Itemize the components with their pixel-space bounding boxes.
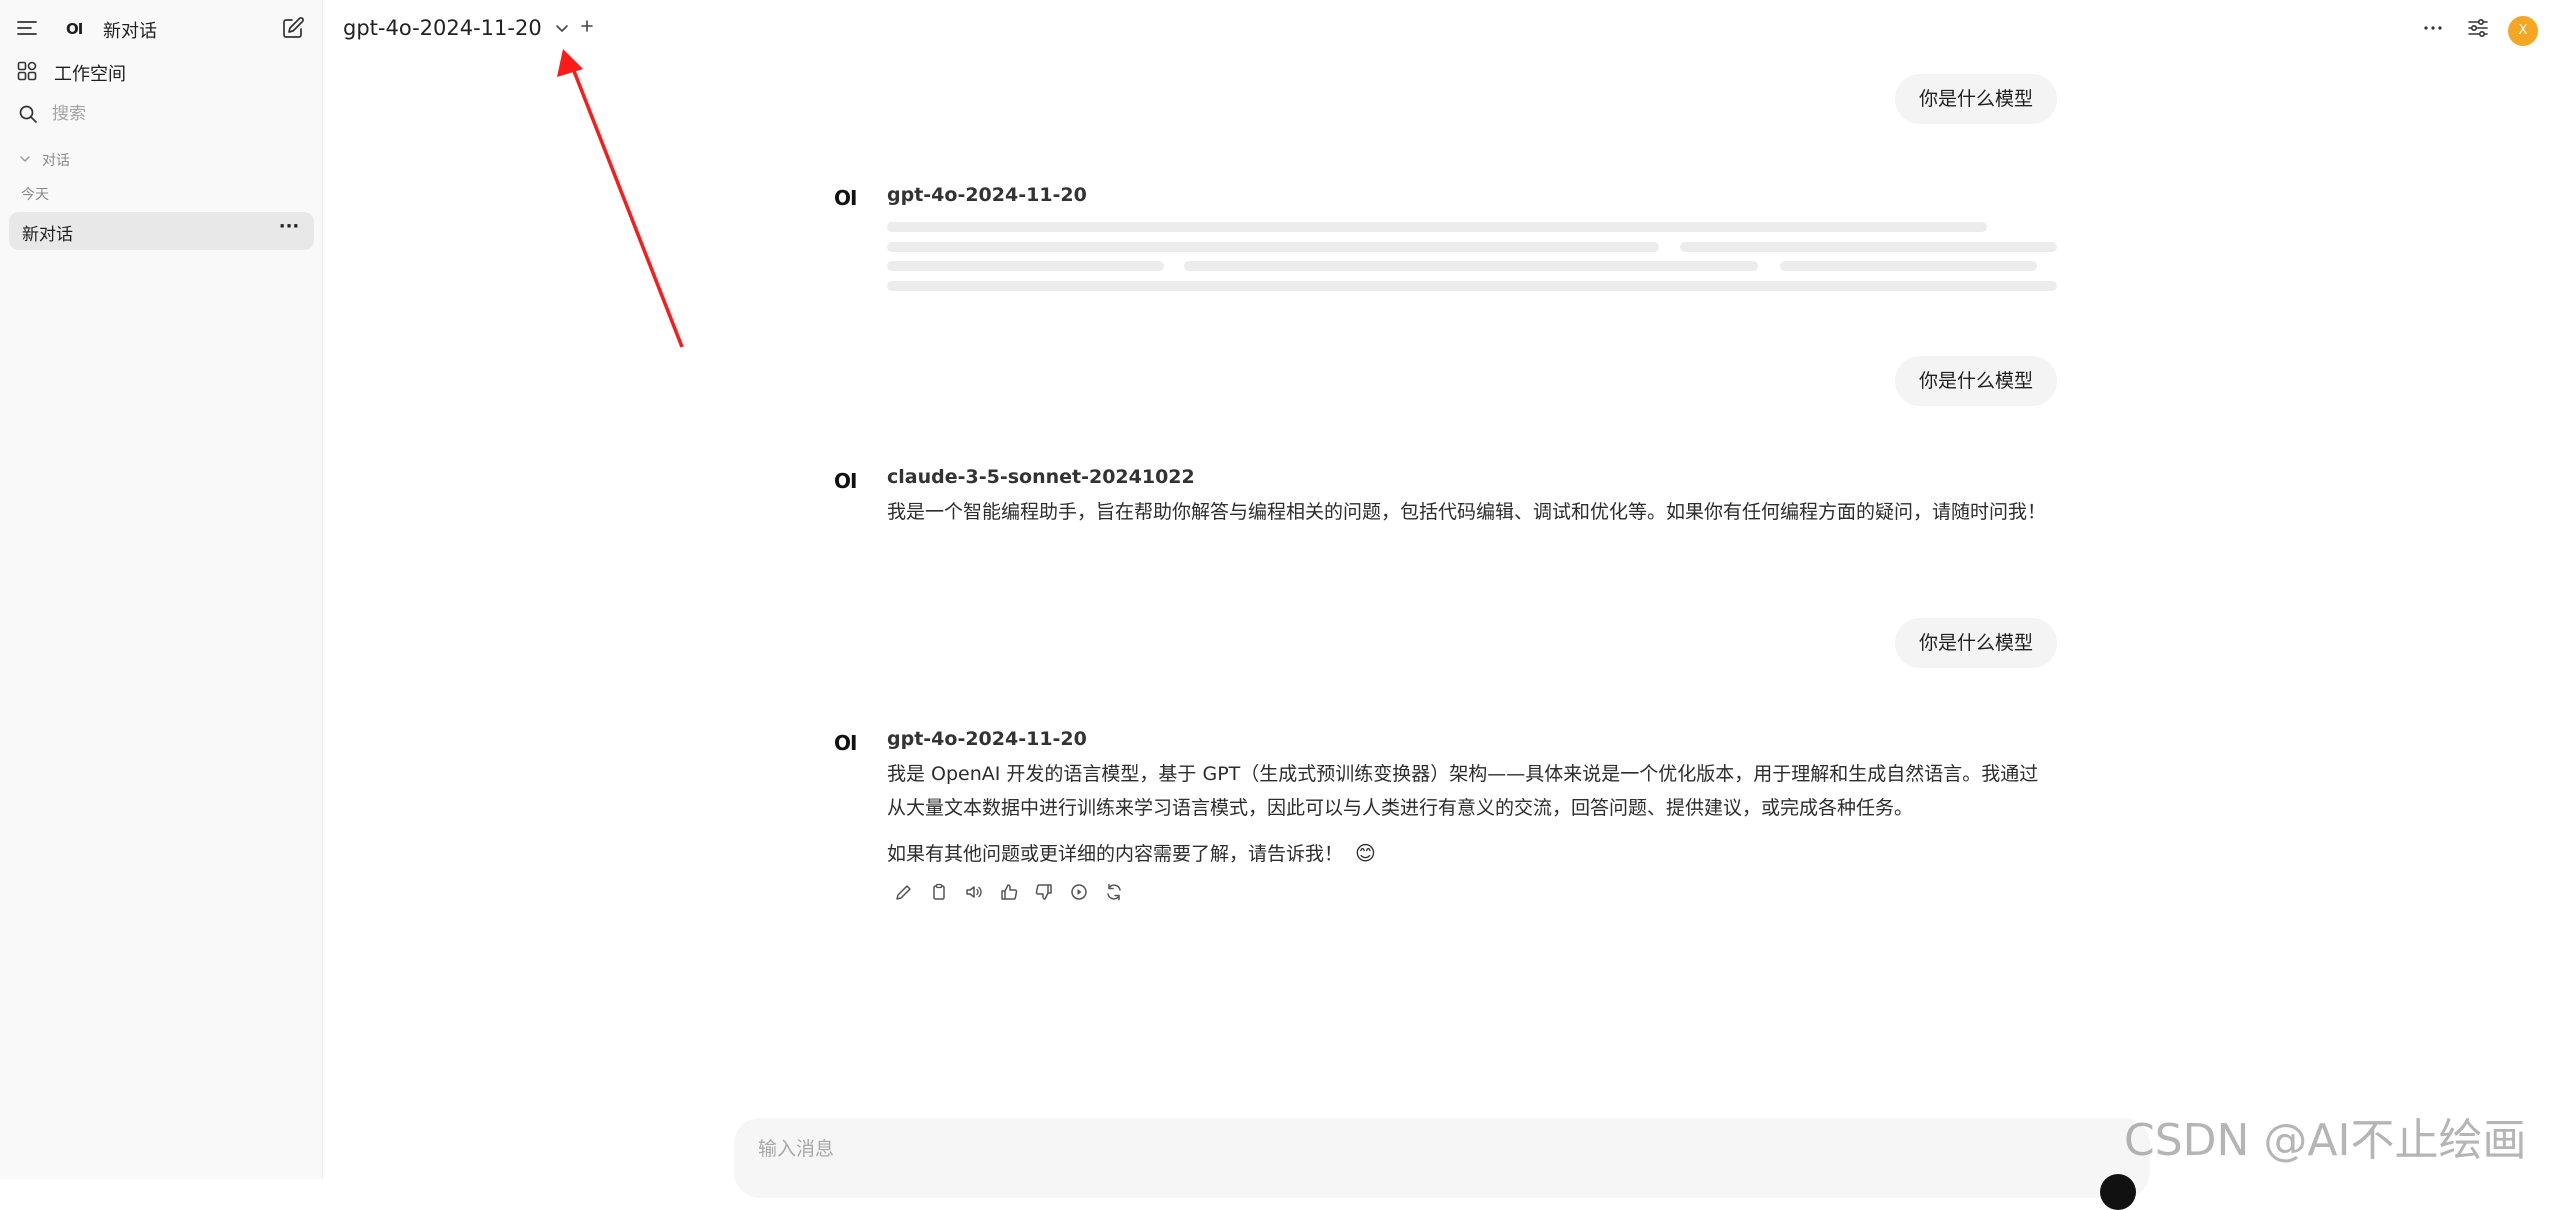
edit-icon[interactable] [892,880,916,904]
skeleton-line [887,261,1164,271]
section-label-chats[interactable]: 对话 [42,150,70,170]
workspace-icon[interactable] [17,61,37,81]
assistant-message-paragraph: 如果有其他问题或更详细的内容需要了解，请告诉我！ [887,843,1344,865]
thumbs-up-icon[interactable] [997,880,1021,904]
search-input[interactable] [50,100,300,128]
chevron-down-icon[interactable] [19,153,31,165]
menu-icon[interactable] [16,17,38,39]
new-chat-edit-icon[interactable] [281,16,305,40]
assistant-message-text: 我是 OpenAI 开发的语言模型，基于 GPT（生成式预训练变换器）架构——具… [887,763,2039,819]
copy-icon[interactable] [927,880,951,904]
smile-emoji-icon: 😊 [1355,841,1376,865]
skeleton-line [887,222,1987,232]
user-message: 你是什么模型 [1894,356,2057,406]
skeleton-line [887,281,2057,291]
chat-input-container [734,1118,2150,1210]
annotation-arrow-icon [557,49,684,348]
workspace-link[interactable]: 工作空间 [54,60,126,86]
send-button[interactable] [2100,1174,2136,1210]
add-model-icon[interactable] [578,17,596,35]
watermark: CSDN @AI不止绘画 [2124,1115,2527,1166]
play-icon[interactable] [1067,880,1091,904]
assistant-message-text-followup: 如果有其他问题或更详细的内容需要了解，请告诉我！ 😊 [887,836,2057,871]
date-group-label: 今天 [21,187,49,203]
app-logo[interactable]: OI [66,20,83,38]
message-action-bar [892,880,1137,904]
sidebar: OI 新对话 工作空间 对话 今天 新对话 ··· [0,0,323,1179]
skeleton-line [887,242,1659,252]
assistant-model-name: gpt-4o-2024-11-20 [887,728,1087,750]
chevron-down-icon [554,20,570,36]
search-icon [18,104,38,124]
more-options-icon[interactable]: ··· [278,218,300,242]
chat-list-item[interactable]: 新对话 ··· [9,212,314,250]
skeleton-line [1780,261,2037,271]
chat-message-input[interactable] [756,1132,2056,1166]
chat-list-item-label: 新对话 [22,225,73,245]
speaker-icon[interactable] [962,880,986,904]
model-selector-label: gpt-4o-2024-11-20 [343,16,542,40]
new-chat-link[interactable]: 新对话 [103,17,157,43]
assistant-model-name: gpt-4o-2024-11-20 [887,184,1087,206]
model-selector[interactable]: gpt-4o-2024-11-20 [343,16,570,40]
assistant-avatar-logo: OI [834,731,857,755]
user-message: 你是什么模型 [1894,74,2057,124]
skeleton-line [1680,242,2057,252]
assistant-message-text: 我是一个智能编程助手，旨在帮助你解答与编程相关的问题，包括代码编辑、调试和优化等… [887,501,2047,523]
assistant-avatar-logo: OI [834,469,857,493]
assistant-model-name: claude-3-5-sonnet-20241022 [887,466,1195,488]
thumbs-down-icon[interactable] [1032,880,1056,904]
skeleton-line [1184,261,1758,271]
controls-sliders-icon[interactable] [2466,16,2490,40]
regenerate-icon[interactable] [1102,880,1126,904]
assistant-avatar-logo: OI [834,186,857,210]
more-horizontal-icon[interactable] [2421,16,2445,40]
user-avatar[interactable]: X [2508,16,2538,46]
user-message: 你是什么模型 [1894,618,2057,668]
